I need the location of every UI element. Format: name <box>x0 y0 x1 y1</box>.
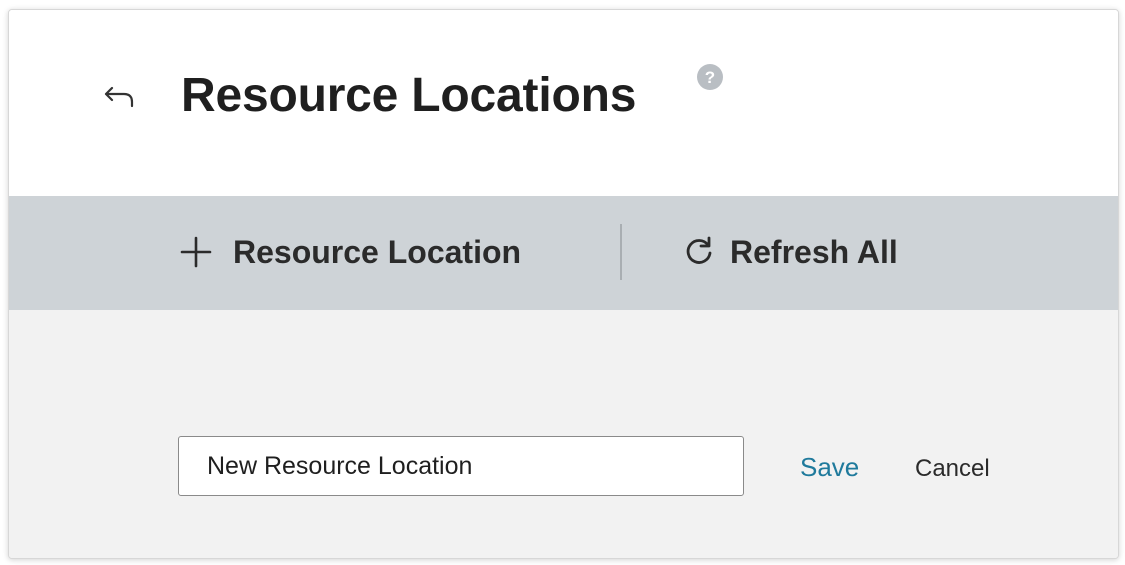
cancel-button[interactable]: Cancel <box>915 455 990 483</box>
page-header: Resource Locations ? <box>9 10 1118 196</box>
svg-text:?: ? <box>705 68 715 87</box>
back-arrow-icon <box>104 86 134 108</box>
refresh-all-button[interactable]: Refresh All <box>682 224 898 280</box>
toolbar: Resource Location Refresh All <box>9 196 1118 310</box>
plus-icon <box>180 236 212 268</box>
page-title: Resource Locations <box>181 69 637 122</box>
save-button[interactable]: Save <box>800 452 859 483</box>
add-resource-location-button[interactable]: Resource Location <box>179 224 521 280</box>
resource-location-name-input[interactable] <box>178 436 744 496</box>
toolbar-divider <box>620 224 622 280</box>
help-question-icon: ? <box>697 64 723 90</box>
help-button[interactable]: ? <box>697 64 723 90</box>
screenshot-canvas: Resource Locations ? Resource Location R… <box>0 0 1125 565</box>
back-button[interactable] <box>102 82 138 112</box>
refresh-icon <box>686 236 712 264</box>
refresh-all-label: Refresh All <box>730 233 898 270</box>
content-area: Save Cancel <box>9 310 1118 558</box>
resource-locations-panel: Resource Locations ? Resource Location R… <box>8 9 1119 559</box>
add-resource-location-label: Resource Location <box>233 233 522 270</box>
